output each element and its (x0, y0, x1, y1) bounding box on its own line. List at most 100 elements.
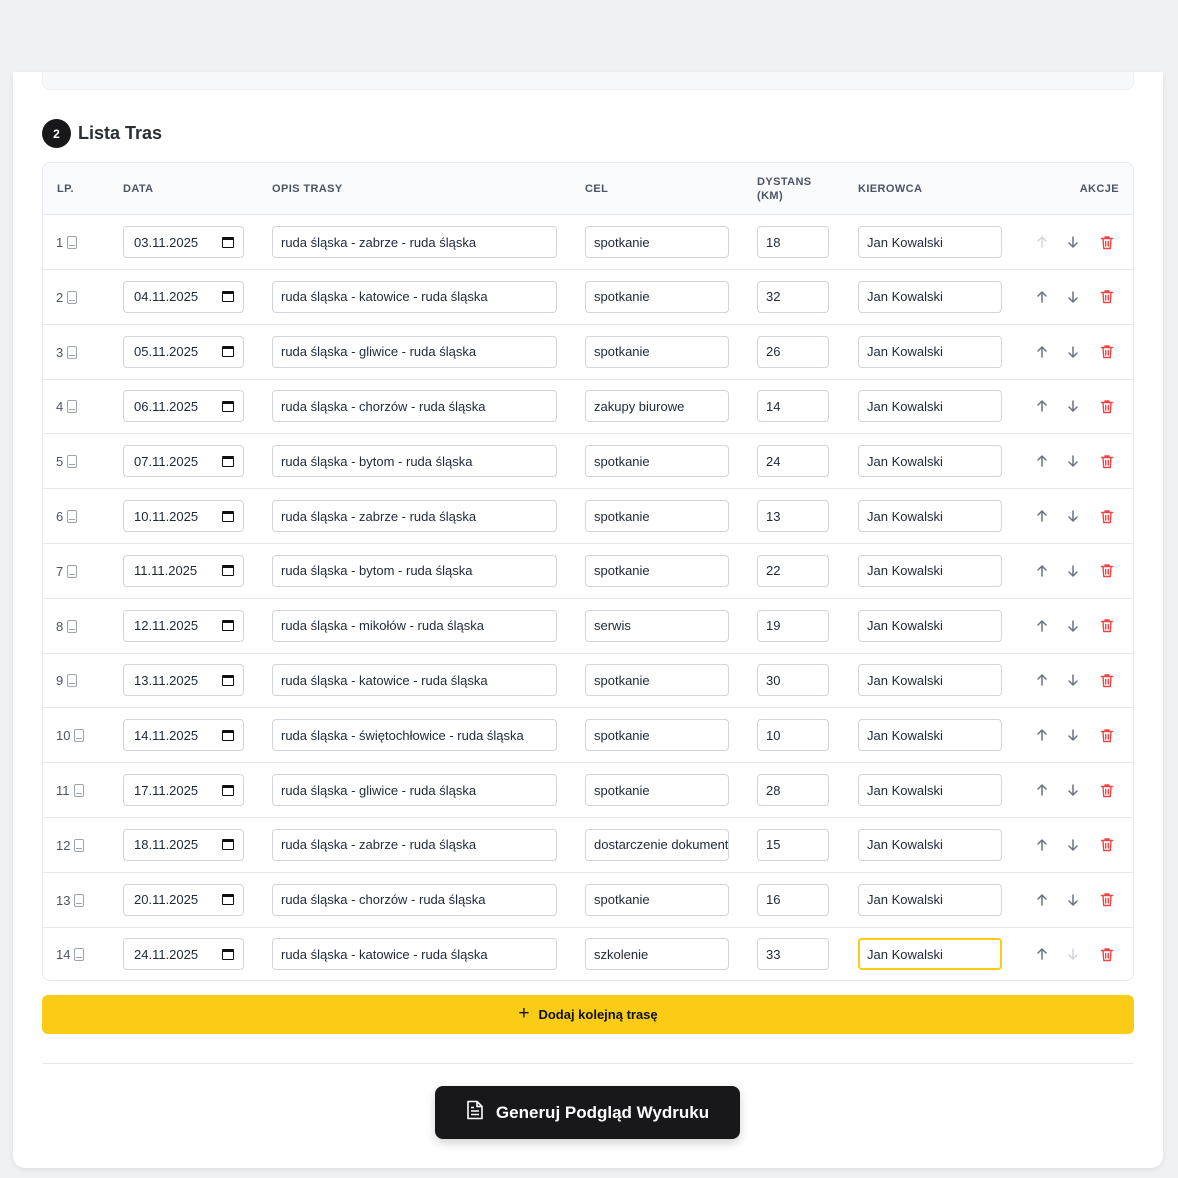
date-input[interactable]: 20.11.2025 (123, 883, 244, 916)
goal-input[interactable]: spotkanie (585, 445, 729, 478)
driver-input[interactable]: Jan Kowalski (858, 883, 1002, 916)
arrow-up-icon[interactable] (1034, 892, 1050, 908)
trash-icon[interactable] (1099, 289, 1115, 305)
calendar-icon[interactable] (222, 510, 234, 522)
arrow-down-icon[interactable] (1065, 398, 1081, 414)
arrow-up-icon[interactable] (1034, 727, 1050, 743)
goal-input[interactable]: serwis (585, 609, 729, 642)
arrow-up-icon[interactable] (1034, 946, 1050, 962)
calendar-icon[interactable] (222, 346, 234, 358)
trash-icon[interactable] (1099, 618, 1115, 634)
arrow-down-icon[interactable] (1065, 344, 1081, 360)
route-description-input[interactable]: ruda śląska - gliwice - ruda śląska (272, 335, 557, 368)
driver-input[interactable]: Jan Kowalski (858, 280, 1002, 313)
date-input[interactable]: 14.11.2025 (123, 719, 244, 752)
arrow-down-icon[interactable] (1065, 563, 1081, 579)
driver-input[interactable]: Jan Kowalski (858, 335, 1002, 368)
trash-icon[interactable] (1099, 782, 1115, 798)
calendar-icon[interactable] (222, 400, 234, 412)
route-description-input[interactable]: ruda śląska - świętochłowice - ruda śląs… (272, 719, 557, 752)
trash-icon[interactable] (1099, 672, 1115, 688)
route-description-input[interactable]: ruda śląska - zabrze - ruda śląska (272, 226, 557, 258)
distance-input[interactable]: 22 (757, 554, 829, 587)
driver-input[interactable]: Jan Kowalski (858, 938, 1002, 971)
date-input[interactable]: 11.11.2025 (123, 554, 244, 587)
arrow-up-icon[interactable] (1034, 453, 1050, 469)
arrow-up-icon[interactable] (1034, 289, 1050, 305)
distance-input[interactable]: 18 (757, 226, 829, 258)
distance-input[interactable]: 15 (757, 828, 829, 861)
trash-icon[interactable] (1099, 398, 1115, 414)
goal-input[interactable]: spotkanie (585, 280, 729, 313)
arrow-up-icon[interactable] (1034, 234, 1050, 250)
goal-input[interactable]: spotkanie (585, 500, 729, 532)
arrow-up-icon[interactable] (1034, 508, 1050, 524)
date-input[interactable]: 13.11.2025 (123, 664, 244, 697)
trash-icon[interactable] (1099, 837, 1115, 853)
arrow-down-icon[interactable] (1065, 946, 1081, 962)
arrow-up-icon[interactable] (1034, 618, 1050, 634)
driver-input[interactable]: Jan Kowalski (858, 664, 1002, 697)
distance-input[interactable]: 10 (757, 719, 829, 752)
route-description-input[interactable]: ruda śląska - katowice - ruda śląska (272, 938, 557, 971)
calendar-icon[interactable] (222, 620, 234, 632)
date-input[interactable]: 17.11.2025 (123, 774, 244, 806)
arrow-down-icon[interactable] (1065, 453, 1081, 469)
distance-input[interactable]: 32 (757, 280, 829, 313)
goal-input[interactable]: spotkanie (585, 719, 729, 752)
date-input[interactable]: 05.11.2025 (123, 335, 244, 368)
trash-icon[interactable] (1099, 234, 1115, 250)
arrow-down-icon[interactable] (1065, 672, 1081, 688)
calendar-icon[interactable] (222, 948, 234, 960)
date-input[interactable]: 06.11.2025 (123, 390, 244, 423)
calendar-icon[interactable] (222, 291, 234, 303)
driver-input[interactable]: Jan Kowalski (858, 390, 1002, 423)
goal-input[interactable]: szkolenie (585, 938, 729, 971)
arrow-down-icon[interactable] (1065, 727, 1081, 743)
calendar-icon[interactable] (222, 784, 234, 796)
driver-input[interactable]: Jan Kowalski (858, 828, 1002, 861)
goal-input[interactable]: spotkanie (585, 554, 729, 587)
arrow-down-icon[interactable] (1065, 837, 1081, 853)
route-description-input[interactable]: ruda śląska - bytom - ruda śląska (272, 554, 557, 587)
calendar-icon[interactable] (222, 565, 234, 577)
distance-input[interactable]: 28 (757, 774, 829, 806)
distance-input[interactable]: 26 (757, 335, 829, 368)
trash-icon[interactable] (1099, 727, 1115, 743)
route-description-input[interactable]: ruda śląska - chorzów - ruda śląska (272, 390, 557, 423)
trash-icon[interactable] (1099, 508, 1115, 524)
goal-input[interactable]: spotkanie (585, 335, 729, 368)
driver-input[interactable]: Jan Kowalski (858, 226, 1002, 258)
driver-input[interactable]: Jan Kowalski (858, 554, 1002, 587)
distance-input[interactable]: 33 (757, 938, 829, 971)
driver-input[interactable]: Jan Kowalski (858, 719, 1002, 752)
route-description-input[interactable]: ruda śląska - katowice - ruda śląska (272, 664, 557, 697)
arrow-down-icon[interactable] (1065, 892, 1081, 908)
route-description-input[interactable]: ruda śląska - katowice - ruda śląska (272, 280, 557, 313)
date-input[interactable]: 12.11.2025 (123, 609, 244, 642)
arrow-up-icon[interactable] (1034, 563, 1050, 579)
arrow-down-icon[interactable] (1065, 618, 1081, 634)
arrow-up-icon[interactable] (1034, 344, 1050, 360)
goal-input[interactable]: spotkanie (585, 883, 729, 916)
distance-input[interactable]: 13 (757, 500, 829, 532)
date-input[interactable]: 03.11.2025 (123, 226, 244, 258)
trash-icon[interactable] (1099, 946, 1115, 962)
generate-preview-button[interactable]: Generuj Podgląd Wydruku (435, 1086, 740, 1139)
route-description-input[interactable]: ruda śląska - mikołów - ruda śląska (272, 609, 557, 642)
arrow-up-icon[interactable] (1034, 672, 1050, 688)
calendar-icon[interactable] (222, 839, 234, 851)
route-description-input[interactable]: ruda śląska - gliwice - ruda śląska (272, 774, 557, 806)
arrow-up-icon[interactable] (1034, 782, 1050, 798)
goal-input[interactable]: spotkanie (585, 774, 729, 806)
arrow-down-icon[interactable] (1065, 782, 1081, 798)
arrow-down-icon[interactable] (1065, 234, 1081, 250)
date-input[interactable]: 18.11.2025 (123, 828, 244, 861)
arrow-up-icon[interactable] (1034, 398, 1050, 414)
driver-input[interactable]: Jan Kowalski (858, 609, 1002, 642)
distance-input[interactable]: 16 (757, 883, 829, 916)
route-description-input[interactable]: ruda śląska - bytom - ruda śląska (272, 445, 557, 478)
add-route-button[interactable]: + Dodaj kolejną trasę (42, 995, 1134, 1034)
calendar-icon[interactable] (222, 455, 234, 467)
trash-icon[interactable] (1099, 563, 1115, 579)
